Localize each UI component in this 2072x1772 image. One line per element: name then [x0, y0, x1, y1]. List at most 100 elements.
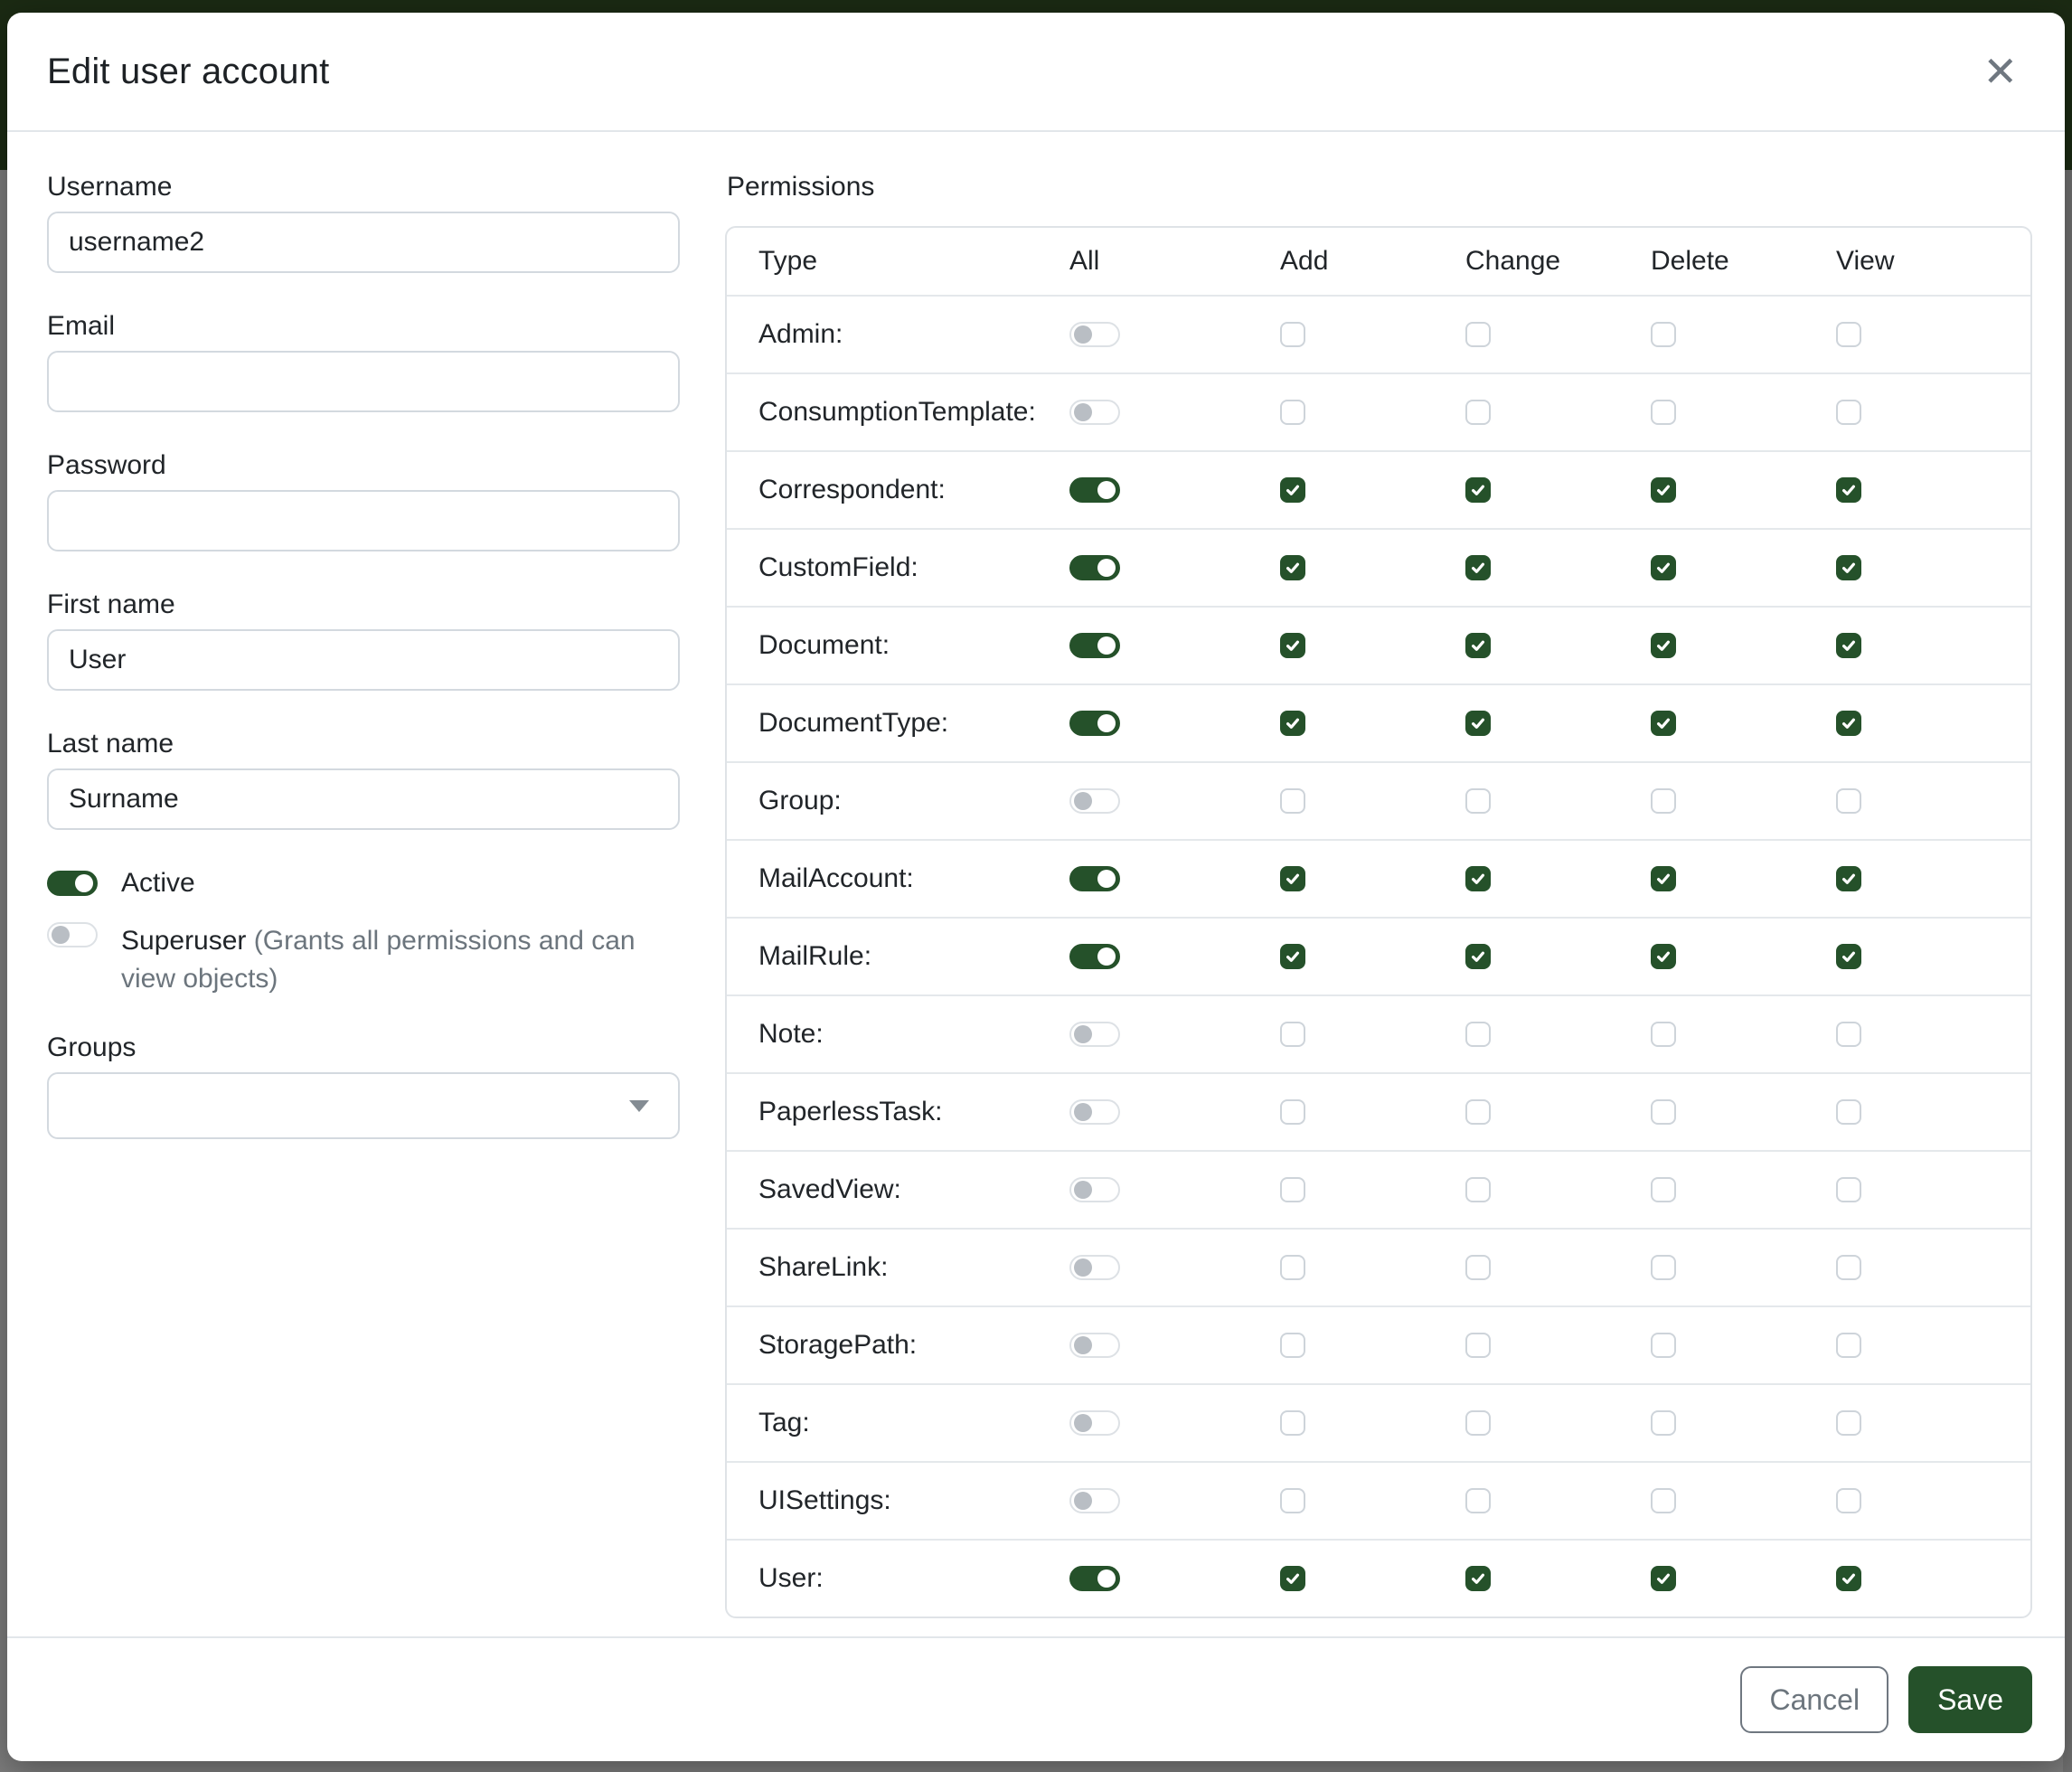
permission-all-toggle[interactable]	[1069, 477, 1120, 503]
permission-all-toggle[interactable]	[1069, 866, 1120, 891]
permission-add-checkbox[interactable]	[1280, 555, 1305, 580]
permission-all-toggle[interactable]	[1069, 788, 1120, 814]
last-name-input[interactable]	[47, 768, 680, 830]
permission-add-checkbox[interactable]	[1280, 1566, 1305, 1591]
permission-change-checkbox[interactable]	[1465, 1488, 1491, 1513]
groups-select[interactable]	[47, 1072, 680, 1139]
permission-add-checkbox[interactable]	[1280, 788, 1305, 814]
username-input[interactable]	[47, 212, 680, 273]
permission-add-checkbox[interactable]	[1280, 1022, 1305, 1047]
permission-view-checkbox[interactable]	[1836, 788, 1861, 814]
permission-view-checkbox[interactable]	[1836, 633, 1861, 658]
permission-all-toggle[interactable]	[1069, 633, 1120, 658]
permission-change-checkbox[interactable]	[1465, 788, 1491, 814]
cancel-button[interactable]: Cancel	[1740, 1666, 1888, 1733]
permission-all-toggle[interactable]	[1069, 400, 1120, 425]
permission-all-toggle[interactable]	[1069, 1488, 1120, 1513]
permission-view-checkbox[interactable]	[1836, 1255, 1861, 1280]
permission-view-checkbox[interactable]	[1836, 1488, 1861, 1513]
permission-view-checkbox[interactable]	[1836, 322, 1861, 347]
toggle-knob	[1074, 1258, 1092, 1277]
permission-all-toggle[interactable]	[1069, 944, 1120, 969]
permission-delete-checkbox[interactable]	[1651, 866, 1676, 891]
toggle-knob	[1074, 1181, 1092, 1199]
permission-delete-checkbox[interactable]	[1651, 711, 1676, 736]
permission-delete-checkbox[interactable]	[1651, 1099, 1676, 1125]
permission-add-checkbox[interactable]	[1280, 477, 1305, 503]
permission-add-checkbox[interactable]	[1280, 400, 1305, 425]
permission-all-toggle[interactable]	[1069, 711, 1120, 736]
permission-add-checkbox[interactable]	[1280, 944, 1305, 969]
permission-delete-checkbox[interactable]	[1651, 1410, 1676, 1436]
permission-all-toggle[interactable]	[1069, 1410, 1120, 1436]
permission-add-checkbox[interactable]	[1280, 633, 1305, 658]
permissions-header-row: TypeAllAddChangeDeleteView	[727, 228, 2030, 295]
permission-change-checkbox[interactable]	[1465, 1255, 1491, 1280]
permission-delete-checkbox[interactable]	[1651, 555, 1676, 580]
permission-all-toggle[interactable]	[1069, 1099, 1120, 1125]
permission-add-checkbox[interactable]	[1280, 1177, 1305, 1202]
permission-view-checkbox[interactable]	[1836, 1566, 1861, 1591]
permission-change-checkbox[interactable]	[1465, 1177, 1491, 1202]
permission-view-checkbox[interactable]	[1836, 1022, 1861, 1047]
permission-delete-checkbox[interactable]	[1651, 1333, 1676, 1358]
permission-delete-checkbox[interactable]	[1651, 1488, 1676, 1513]
permission-all-toggle[interactable]	[1069, 1333, 1120, 1358]
permission-view-checkbox[interactable]	[1836, 1333, 1861, 1358]
permission-add-checkbox[interactable]	[1280, 1488, 1305, 1513]
permission-delete-checkbox[interactable]	[1651, 322, 1676, 347]
permission-view-checkbox[interactable]	[1836, 711, 1861, 736]
permission-change-checkbox[interactable]	[1465, 711, 1491, 736]
permission-change-checkbox[interactable]	[1465, 477, 1491, 503]
permission-add-checkbox[interactable]	[1280, 1333, 1305, 1358]
permission-view-checkbox[interactable]	[1836, 1177, 1861, 1202]
permission-change-checkbox[interactable]	[1465, 1566, 1491, 1591]
permission-view-checkbox[interactable]	[1836, 477, 1861, 503]
permission-delete-checkbox[interactable]	[1651, 400, 1676, 425]
permission-change-checkbox[interactable]	[1465, 633, 1491, 658]
check-icon	[1840, 714, 1858, 732]
permission-change-checkbox[interactable]	[1465, 1099, 1491, 1125]
password-field[interactable]	[47, 490, 680, 551]
permission-add-checkbox[interactable]	[1280, 322, 1305, 347]
permission-change-checkbox[interactable]	[1465, 866, 1491, 891]
permission-add-checkbox[interactable]	[1280, 866, 1305, 891]
permission-delete-checkbox[interactable]	[1651, 633, 1676, 658]
permission-add-checkbox[interactable]	[1280, 1255, 1305, 1280]
permission-add-checkbox[interactable]	[1280, 1410, 1305, 1436]
permission-all-toggle[interactable]	[1069, 1255, 1120, 1280]
active-toggle[interactable]	[47, 871, 98, 896]
permission-all-toggle[interactable]	[1069, 1566, 1120, 1591]
permission-change-checkbox[interactable]	[1465, 400, 1491, 425]
permission-delete-checkbox[interactable]	[1651, 944, 1676, 969]
save-button[interactable]: Save	[1908, 1666, 2032, 1733]
permission-delete-checkbox[interactable]	[1651, 477, 1676, 503]
permission-view-checkbox[interactable]	[1836, 866, 1861, 891]
permission-delete-checkbox[interactable]	[1651, 1255, 1676, 1280]
permission-view-checkbox[interactable]	[1836, 1099, 1861, 1125]
first-name-input[interactable]	[47, 629, 680, 691]
permission-delete-checkbox[interactable]	[1651, 1022, 1676, 1047]
permission-change-checkbox[interactable]	[1465, 944, 1491, 969]
permission-view-checkbox[interactable]	[1836, 555, 1861, 580]
permission-change-checkbox[interactable]	[1465, 1333, 1491, 1358]
permission-delete-checkbox[interactable]	[1651, 788, 1676, 814]
permission-add-checkbox[interactable]	[1280, 1099, 1305, 1125]
permission-delete-checkbox[interactable]	[1651, 1566, 1676, 1591]
email-field[interactable]	[47, 351, 680, 412]
permission-all-toggle[interactable]	[1069, 322, 1120, 347]
permission-add-checkbox[interactable]	[1280, 711, 1305, 736]
permission-change-checkbox[interactable]	[1465, 555, 1491, 580]
permission-change-checkbox[interactable]	[1465, 1022, 1491, 1047]
superuser-toggle[interactable]	[47, 922, 98, 947]
permission-view-checkbox[interactable]	[1836, 400, 1861, 425]
close-button[interactable]: ✕	[1975, 47, 2025, 96]
permission-all-toggle[interactable]	[1069, 555, 1120, 580]
permission-all-toggle[interactable]	[1069, 1022, 1120, 1047]
permission-change-checkbox[interactable]	[1465, 1410, 1491, 1436]
permission-view-checkbox[interactable]	[1836, 1410, 1861, 1436]
permission-all-toggle[interactable]	[1069, 1177, 1120, 1202]
permission-view-checkbox[interactable]	[1836, 944, 1861, 969]
permission-delete-checkbox[interactable]	[1651, 1177, 1676, 1202]
permission-change-checkbox[interactable]	[1465, 322, 1491, 347]
